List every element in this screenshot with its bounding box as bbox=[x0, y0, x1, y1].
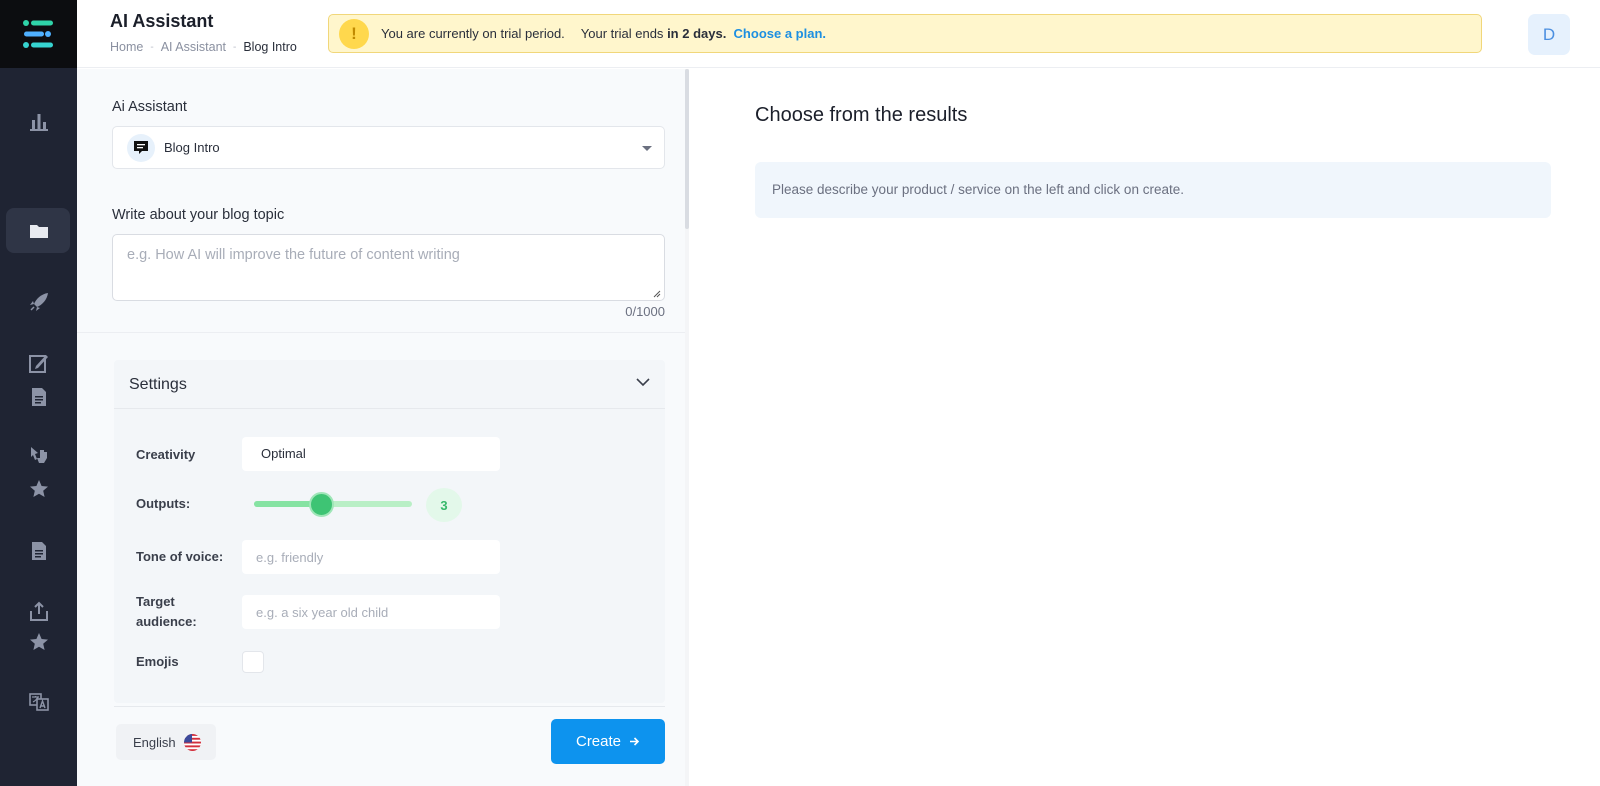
trial-banner: ! You are currently on trial period. You… bbox=[328, 14, 1482, 53]
breadcrumb-separator: - bbox=[233, 41, 237, 53]
nav-documents[interactable] bbox=[0, 217, 77, 245]
assistant-select-value: Blog Intro bbox=[164, 140, 220, 155]
breadcrumb-ai-assistant[interactable]: AI Assistant bbox=[161, 40, 226, 54]
nav-editor[interactable] bbox=[0, 349, 77, 377]
nav-export[interactable] bbox=[0, 598, 77, 626]
blog-topic-input[interactable] bbox=[112, 234, 665, 301]
settings-card bbox=[114, 360, 665, 703]
trial-ends-value: in 2 days. bbox=[667, 26, 727, 41]
cursor-hand-icon bbox=[30, 447, 47, 463]
results-title: Choose from the results bbox=[755, 104, 968, 126]
results-empty-message: Please describe your product / service o… bbox=[772, 182, 1184, 197]
rocket-icon bbox=[29, 293, 48, 311]
audience-label-line2: audience: bbox=[136, 614, 197, 629]
nav-translate[interactable] bbox=[0, 688, 77, 716]
language-label: English bbox=[133, 734, 176, 750]
star-icon bbox=[29, 633, 48, 650]
nav-interact[interactable] bbox=[0, 441, 77, 469]
create-button[interactable]: Create bbox=[551, 719, 665, 764]
caret-down-icon bbox=[642, 146, 652, 151]
warning-icon: ! bbox=[339, 18, 369, 49]
folder-icon bbox=[29, 225, 48, 238]
tone-of-voice-input[interactable] bbox=[242, 540, 500, 574]
topic-label: Write about your blog topic bbox=[112, 207, 285, 223]
nav-files[interactable] bbox=[0, 537, 77, 565]
settings-title: Settings bbox=[129, 376, 187, 393]
edit-icon bbox=[28, 355, 48, 373]
creativity-select[interactable]: Optimal bbox=[242, 437, 500, 471]
audience-label-line1: Target bbox=[136, 594, 175, 609]
page-title: AI Assistant bbox=[110, 11, 214, 31]
sidebar bbox=[0, 0, 77, 786]
breadcrumb-home[interactable]: Home bbox=[110, 40, 143, 54]
logo-icon bbox=[22, 20, 53, 48]
resize-grip-icon[interactable] bbox=[653, 290, 661, 298]
assistant-select[interactable]: Blog Intro bbox=[112, 126, 665, 169]
outputs-label: Outputs: bbox=[136, 496, 191, 511]
user-avatar[interactable]: D bbox=[1528, 14, 1570, 55]
trial-ends-prefix: Your trial ends bbox=[580, 26, 664, 41]
emojis-label: Emojis bbox=[136, 654, 179, 669]
document-icon bbox=[31, 542, 46, 560]
nav-favorites[interactable] bbox=[0, 475, 77, 503]
arrow-right-icon bbox=[630, 737, 640, 746]
outputs-value-badge: 3 bbox=[426, 488, 462, 522]
nav-templates[interactable] bbox=[0, 383, 77, 411]
divider bbox=[114, 706, 665, 707]
language-button[interactable]: English bbox=[116, 724, 216, 760]
translate-icon bbox=[28, 693, 49, 711]
assistant-label: Ai Assistant bbox=[112, 99, 187, 115]
chart-bar-icon bbox=[29, 114, 48, 131]
nav-starred[interactable] bbox=[0, 628, 77, 656]
settings-header[interactable] bbox=[114, 360, 665, 409]
tone-label: Tone of voice: bbox=[136, 549, 224, 564]
topic-char-counter: 0/1000 bbox=[625, 304, 665, 319]
star-icon bbox=[29, 480, 48, 497]
chat-message-icon bbox=[134, 141, 148, 154]
top-header: AI Assistant Home - AI Assistant - Blog … bbox=[77, 0, 1600, 68]
creativity-label: Creativity bbox=[136, 447, 196, 462]
breadcrumb-current: Blog Intro bbox=[243, 40, 297, 54]
app-logo[interactable] bbox=[0, 0, 77, 68]
breadcrumb: Home - AI Assistant - Blog Intro bbox=[110, 40, 297, 54]
assistant-select-icon-wrap bbox=[127, 134, 155, 162]
choose-plan-link[interactable]: Choose a plan. bbox=[734, 26, 826, 41]
create-label: Create bbox=[575, 733, 622, 750]
emojis-checkbox[interactable] bbox=[242, 651, 264, 673]
nav-dashboard[interactable] bbox=[0, 107, 77, 135]
breadcrumb-separator: - bbox=[150, 41, 154, 53]
chevron-down-icon[interactable] bbox=[636, 378, 650, 387]
us-flag-icon bbox=[183, 733, 201, 751]
nav-launch[interactable] bbox=[0, 288, 77, 316]
target-audience-input[interactable] bbox=[242, 595, 500, 629]
trial-message: You are currently on trial period. bbox=[381, 26, 565, 41]
divider bbox=[77, 332, 685, 333]
document-icon bbox=[31, 388, 46, 406]
audience-label: Target audience: bbox=[136, 592, 197, 632]
scrollbar-thumb[interactable] bbox=[685, 69, 689, 229]
share-icon bbox=[29, 601, 48, 621]
